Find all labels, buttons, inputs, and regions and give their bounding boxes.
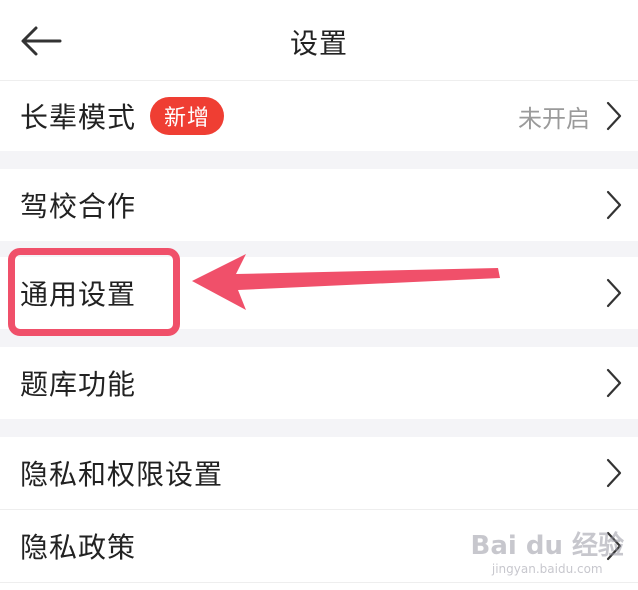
section-separator bbox=[0, 151, 638, 169]
question-bank-label: 题库功能 bbox=[20, 368, 137, 401]
driving-school-label: 驾校合作 bbox=[20, 190, 137, 223]
annotation-arrow-icon bbox=[192, 254, 500, 310]
watermark-text: Bai du 经验 bbox=[470, 531, 625, 561]
page-title: 设置 bbox=[289, 27, 348, 60]
elder-mode-status: 未开启 bbox=[518, 104, 590, 133]
privacy-policy-label: 隐私政策 bbox=[20, 531, 137, 564]
new-badge: 新增 bbox=[150, 97, 225, 135]
row-question-bank[interactable]: 题库功能 bbox=[0, 347, 638, 419]
watermark: Bai du 经验 jingyan.baidu.com bbox=[471, 525, 625, 576]
highlight-box bbox=[8, 248, 180, 336]
privacy-permissions-label: 隐私和权限设置 bbox=[20, 458, 224, 491]
row-driving-school[interactable]: 驾校合作 bbox=[0, 169, 638, 241]
chevron-right-icon bbox=[606, 101, 622, 131]
chevron-right-icon bbox=[606, 278, 622, 308]
top-bar: 设置 bbox=[0, 0, 638, 81]
chevron-right-icon bbox=[606, 368, 622, 398]
chevron-right-icon bbox=[606, 458, 622, 488]
elder-mode-label: 长辈模式 bbox=[20, 101, 137, 134]
chevron-right-icon bbox=[606, 190, 622, 220]
watermark-url: jingyan.baidu.com bbox=[491, 562, 603, 576]
row-privacy-permissions[interactable]: 隐私和权限设置 bbox=[0, 437, 638, 509]
row-divider bbox=[0, 582, 638, 583]
section-separator bbox=[0, 419, 638, 437]
row-elder-mode[interactable]: 长辈模式 新增 未开启 bbox=[0, 81, 638, 151]
